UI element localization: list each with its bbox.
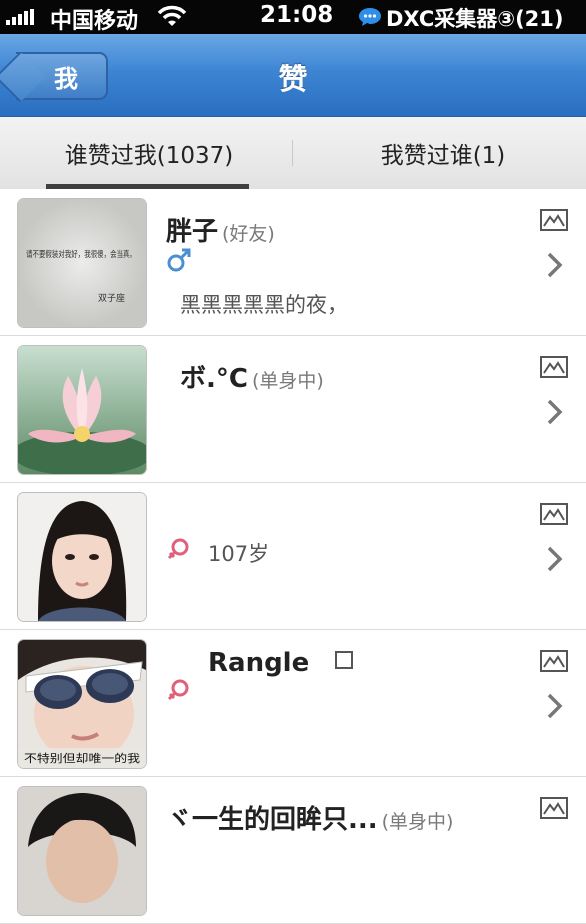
chevron-right-icon [547, 693, 563, 719]
user-name: ヾ一生的回眸只... (单身中) [166, 805, 454, 835]
tab-bar: 谁赞过我(1037) 我赞过谁(1) [0, 117, 586, 190]
tab-label: 谁赞过我(1037) [64, 143, 234, 169]
status-notification-text: DXC采集器③(21) [386, 7, 564, 31]
relationship-tag: (单身中) [251, 370, 324, 392]
avatar-caption: 请不要假装对我好，我很傻，会当真。 [26, 249, 136, 259]
signature-text: 黑黑黑黑黑的夜， [180, 293, 348, 317]
avatar[interactable]: 不特别但却唯一的我 [18, 640, 146, 768]
status-time: 21:08 [260, 2, 334, 28]
avatar-caption-sign: 双子座 [98, 292, 125, 304]
user-name: ボ.°C (单身中) [180, 364, 324, 394]
age-text: 107岁 [208, 542, 270, 566]
badge-box [335, 651, 354, 669]
chevron-right-icon [547, 399, 563, 425]
tab-who-liked-me[interactable]: 谁赞过我(1037) [40, 117, 258, 189]
wifi-icon [157, 5, 187, 26]
photo-icon [540, 503, 568, 525]
list-item[interactable]: 不特别但却唯一的我 Rangle [0, 630, 586, 777]
photo-icon [540, 209, 568, 231]
photo-icon [540, 650, 568, 672]
female-icon [167, 679, 189, 701]
female-icon [167, 538, 189, 560]
user-name: Rangle [208, 648, 354, 678]
navigation-bar: 我 赞 [0, 34, 586, 117]
list-item[interactable]: ボ.°C (单身中) [0, 336, 586, 483]
avatar[interactable] [18, 787, 146, 915]
relationship-tag: (单身中) [381, 811, 454, 833]
list-item[interactable]: 107岁 [0, 483, 586, 630]
chat-bubble-icon [359, 8, 381, 26]
user-name: 胖子 (好友) [166, 217, 275, 247]
avatar[interactable] [18, 346, 146, 474]
back-button-label: 我 [54, 64, 78, 93]
list-item[interactable]: 请不要假装对我好，我很傻，会当真。 双子座 胖子 (好友) 黑黑黑黑黑的夜， [0, 189, 586, 336]
photo-icon [540, 356, 568, 378]
tab-label: 我赞过谁(1) [380, 143, 506, 169]
avatar-caption: 不特别但却唯一的我 [24, 751, 140, 765]
user-list: 请不要假装对我好，我很傻，会当真。 双子座 胖子 (好友) 黑黑黑黑黑的夜， ボ… [0, 189, 586, 924]
avatar[interactable] [18, 493, 146, 621]
list-item[interactable]: ヾ一生的回眸只... (单身中) [0, 777, 586, 924]
relationship-tag: (好友) [222, 223, 275, 245]
carrier-name: 中国移动 [50, 9, 139, 34]
chevron-right-icon [547, 546, 563, 572]
page-title: 赞 [278, 62, 308, 96]
status-bar: 中国移动 21:08 DXC采集器③(21) [0, 0, 586, 34]
photo-icon [540, 797, 568, 819]
chevron-right-icon [547, 252, 563, 278]
avatar[interactable]: 请不要假装对我好，我很傻，会当真。 双子座 [18, 199, 146, 327]
tab-divider [292, 140, 293, 166]
male-icon [167, 248, 191, 272]
tab-whom-i-liked[interactable]: 我赞过谁(1) [300, 117, 586, 189]
